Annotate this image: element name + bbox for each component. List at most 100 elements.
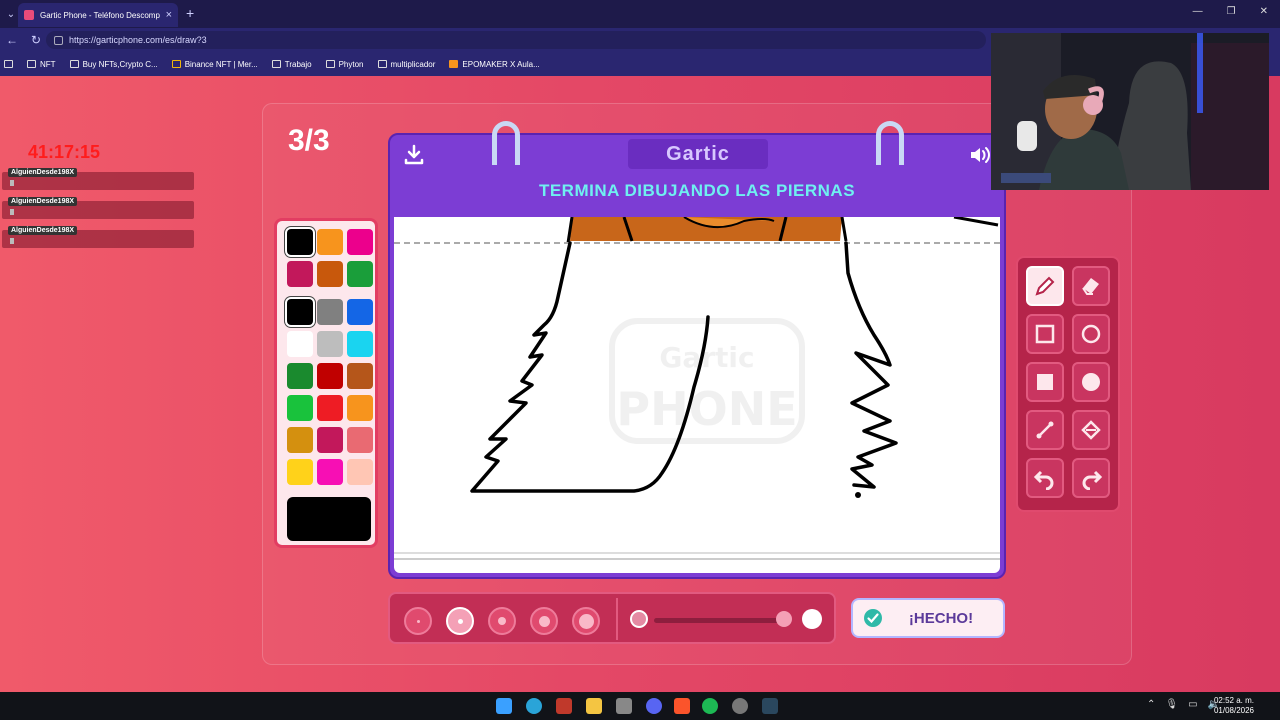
- minimize-icon[interactable]: —: [1193, 6, 1203, 17]
- bookmark-item[interactable]: EPOMAKER X Aula...: [449, 60, 540, 69]
- line-tool[interactable]: [1026, 410, 1064, 450]
- restore-icon[interactable]: ❐: [1227, 6, 1236, 17]
- start-icon[interactable]: [496, 698, 512, 714]
- bookmark-item[interactable]: Buy NFTs,Crypto C...: [69, 60, 158, 69]
- color-swatch[interactable]: [317, 299, 343, 325]
- spotify-icon[interactable]: [702, 698, 718, 714]
- bookmarks-menu-icon[interactable]: [4, 60, 13, 68]
- color-swatch[interactable]: [317, 427, 343, 453]
- color-swatch[interactable]: [287, 395, 313, 421]
- circle-filled-icon: [1082, 373, 1100, 391]
- pencil-tool[interactable]: [1026, 266, 1064, 306]
- opacity-min-icon: [630, 610, 648, 628]
- reload-icon[interactable]: ↻: [24, 33, 48, 47]
- volume-icon[interactable]: [968, 144, 992, 166]
- line-icon: [1036, 421, 1054, 439]
- bookmark-item[interactable]: Binance NFT | Mer...: [171, 60, 258, 69]
- brush-size-1[interactable]: [404, 607, 432, 635]
- color-swatch[interactable]: [287, 229, 313, 255]
- options-divider: [616, 598, 618, 640]
- download-icon[interactable]: [402, 143, 426, 167]
- brush-size-3[interactable]: [488, 607, 516, 635]
- edge-icon[interactable]: [526, 698, 542, 714]
- opacity-slider[interactable]: [654, 618, 784, 623]
- color-swatch[interactable]: [287, 331, 313, 357]
- file-explorer-icon[interactable]: [586, 698, 602, 714]
- opacity-slider-handle[interactable]: [776, 611, 792, 627]
- color-swatch[interactable]: [287, 459, 313, 485]
- bookmark-item[interactable]: Phyton: [325, 60, 364, 69]
- browser-tab[interactable]: Gartic Phone - Teléfono Descomp... ×: [18, 3, 178, 27]
- color-swatch[interactable]: [287, 427, 313, 453]
- network-icon[interactable]: ▭: [1188, 699, 1197, 710]
- close-tab-icon[interactable]: ×: [166, 9, 172, 21]
- close-window-icon[interactable]: ✕: [1260, 6, 1268, 17]
- square-filled-icon: [1037, 374, 1053, 390]
- fill-bucket-tool[interactable]: [1072, 410, 1110, 450]
- ellipse-fill-tool[interactable]: [1072, 362, 1110, 402]
- round-counter: 3/3: [288, 124, 330, 157]
- url-field[interactable]: https://garticphone.com/es/draw?3: [46, 31, 986, 49]
- color-swatch[interactable]: [317, 363, 343, 389]
- rectangle-outline-tool[interactable]: [1026, 314, 1064, 354]
- color-swatch[interactable]: [347, 427, 373, 453]
- notebook-ring: [492, 121, 520, 165]
- brush-size-5[interactable]: [572, 607, 600, 635]
- brush-size-2[interactable]: [446, 607, 474, 635]
- circle-outline-icon: [1081, 324, 1101, 344]
- app-icon[interactable]: [556, 698, 572, 714]
- color-swatch[interactable]: [317, 229, 343, 255]
- folder-icon: [271, 60, 281, 68]
- bookmark-item[interactable]: Trabajo: [271, 60, 312, 69]
- color-swatch[interactable]: [287, 363, 313, 389]
- drawing-canvas[interactable]: Gartic PHONE: [394, 217, 1000, 573]
- site-info-icon[interactable]: [54, 35, 63, 45]
- color-swatch[interactable]: [317, 261, 343, 287]
- microphone-icon[interactable]: 🎙: [1165, 699, 1178, 710]
- color-swatch[interactable]: [287, 299, 313, 325]
- undo-tool[interactable]: [1026, 458, 1064, 498]
- chat-username: AlguienDesde198X: [8, 197, 78, 206]
- color-swatch[interactable]: [317, 331, 343, 357]
- color-swatch[interactable]: [347, 299, 373, 325]
- bookmark-item[interactable]: multiplicador: [377, 60, 435, 69]
- color-swatch[interactable]: [347, 395, 373, 421]
- rectangle-fill-tool[interactable]: [1026, 362, 1064, 402]
- done-button[interactable]: ¡HECHO!: [851, 598, 1005, 638]
- eraser-tool[interactable]: [1072, 266, 1110, 306]
- notebook-header: Gartic TERMINA DIBUJANDO LAS PIERNAS: [390, 121, 1004, 221]
- bookmark-item[interactable]: NFT: [27, 60, 56, 69]
- color-swatch[interactable]: [347, 363, 373, 389]
- chat-username: AlguienDesde198X: [8, 226, 78, 235]
- bookmark-favicon-icon: [377, 60, 387, 68]
- gartic-favicon-icon: [24, 10, 34, 20]
- obs-icon[interactable]: [732, 698, 748, 714]
- new-tab-button[interactable]: +: [186, 5, 194, 21]
- app-icon[interactable]: [616, 698, 632, 714]
- discord-icon[interactable]: [646, 698, 662, 714]
- color-swatch[interactable]: [317, 395, 343, 421]
- steam-icon[interactable]: [762, 698, 778, 714]
- paint-bucket-icon: [1081, 420, 1101, 440]
- color-swatch[interactable]: [287, 261, 313, 287]
- cursor-dot: [855, 492, 861, 498]
- back-icon[interactable]: ←: [0, 33, 24, 47]
- system-clock[interactable]: 02:52 a. m. 01/08/2026: [1214, 696, 1254, 716]
- drawing-instruction: TERMINA DIBUJANDO LAS PIERNAS: [538, 181, 856, 200]
- folder-icon: [27, 60, 36, 68]
- color-swatch[interactable]: [347, 229, 373, 255]
- color-swatch[interactable]: [347, 331, 373, 357]
- browser-titlebar: ⌄ Gartic Phone - Teléfono Descomp... × +…: [0, 0, 1280, 28]
- gartic-logo: Gartic: [628, 139, 768, 169]
- color-swatch[interactable]: [347, 459, 373, 485]
- redo-tool[interactable]: [1072, 458, 1110, 498]
- chevron-up-icon[interactable]: ⌃: [1147, 699, 1155, 710]
- brave-icon[interactable]: [674, 698, 690, 714]
- brush-size-4[interactable]: [530, 607, 558, 635]
- drawing-notebook: Gartic TERMINA DIBUJANDO LAS PIERNAS Gar…: [388, 121, 1006, 579]
- color-palette: [274, 218, 378, 548]
- color-swatch[interactable]: [317, 459, 343, 485]
- system-tray: ⌃ 🎙 ▭ 🔈: [1147, 699, 1220, 710]
- color-swatch[interactable]: [347, 261, 373, 287]
- ellipse-outline-tool[interactable]: [1072, 314, 1110, 354]
